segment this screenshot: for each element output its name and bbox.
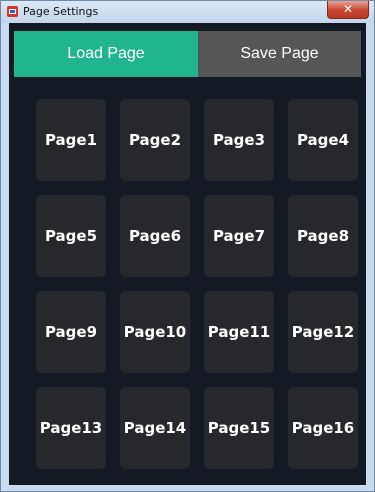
page-button-14[interactable]: Page14: [120, 387, 190, 469]
page-button-16[interactable]: Page16: [288, 387, 358, 469]
page-button-12[interactable]: Page12: [288, 291, 358, 373]
page-button-6[interactable]: Page6: [120, 195, 190, 277]
page-button-11[interactable]: Page11: [204, 291, 274, 373]
window-frame-right: [366, 23, 374, 491]
tab-bar: Load Page Save Page: [14, 31, 361, 77]
page-button-10[interactable]: Page10: [120, 291, 190, 373]
close-button[interactable]: ✕: [327, 1, 369, 19]
page-button-13[interactable]: Page13: [36, 387, 106, 469]
app-icon: [7, 6, 18, 17]
page-button-15[interactable]: Page15: [204, 387, 274, 469]
title-bar[interactable]: Page Settings ✕: [1, 1, 374, 23]
window-frame-bottom: [1, 485, 374, 491]
page-button-8[interactable]: Page8: [288, 195, 358, 277]
close-icon: ✕: [342, 2, 354, 16]
content-area: Load Page Save Page Page1 Page2 Page3 Pa…: [9, 23, 366, 485]
page-button-9[interactable]: Page9: [36, 291, 106, 373]
page-button-1[interactable]: Page1: [36, 99, 106, 181]
page-button-4[interactable]: Page4: [288, 99, 358, 181]
tab-load-page[interactable]: Load Page: [14, 31, 198, 77]
page-settings-window: Page Settings ✕ Load Page Save Page Page…: [0, 0, 375, 492]
page-button-5[interactable]: Page5: [36, 195, 106, 277]
page-button-2[interactable]: Page2: [120, 99, 190, 181]
window-title: Page Settings: [23, 5, 99, 18]
page-button-3[interactable]: Page3: [204, 99, 274, 181]
tab-save-page[interactable]: Save Page: [198, 31, 361, 77]
window-frame-left: [1, 23, 9, 491]
page-button-7[interactable]: Page7: [204, 195, 274, 277]
